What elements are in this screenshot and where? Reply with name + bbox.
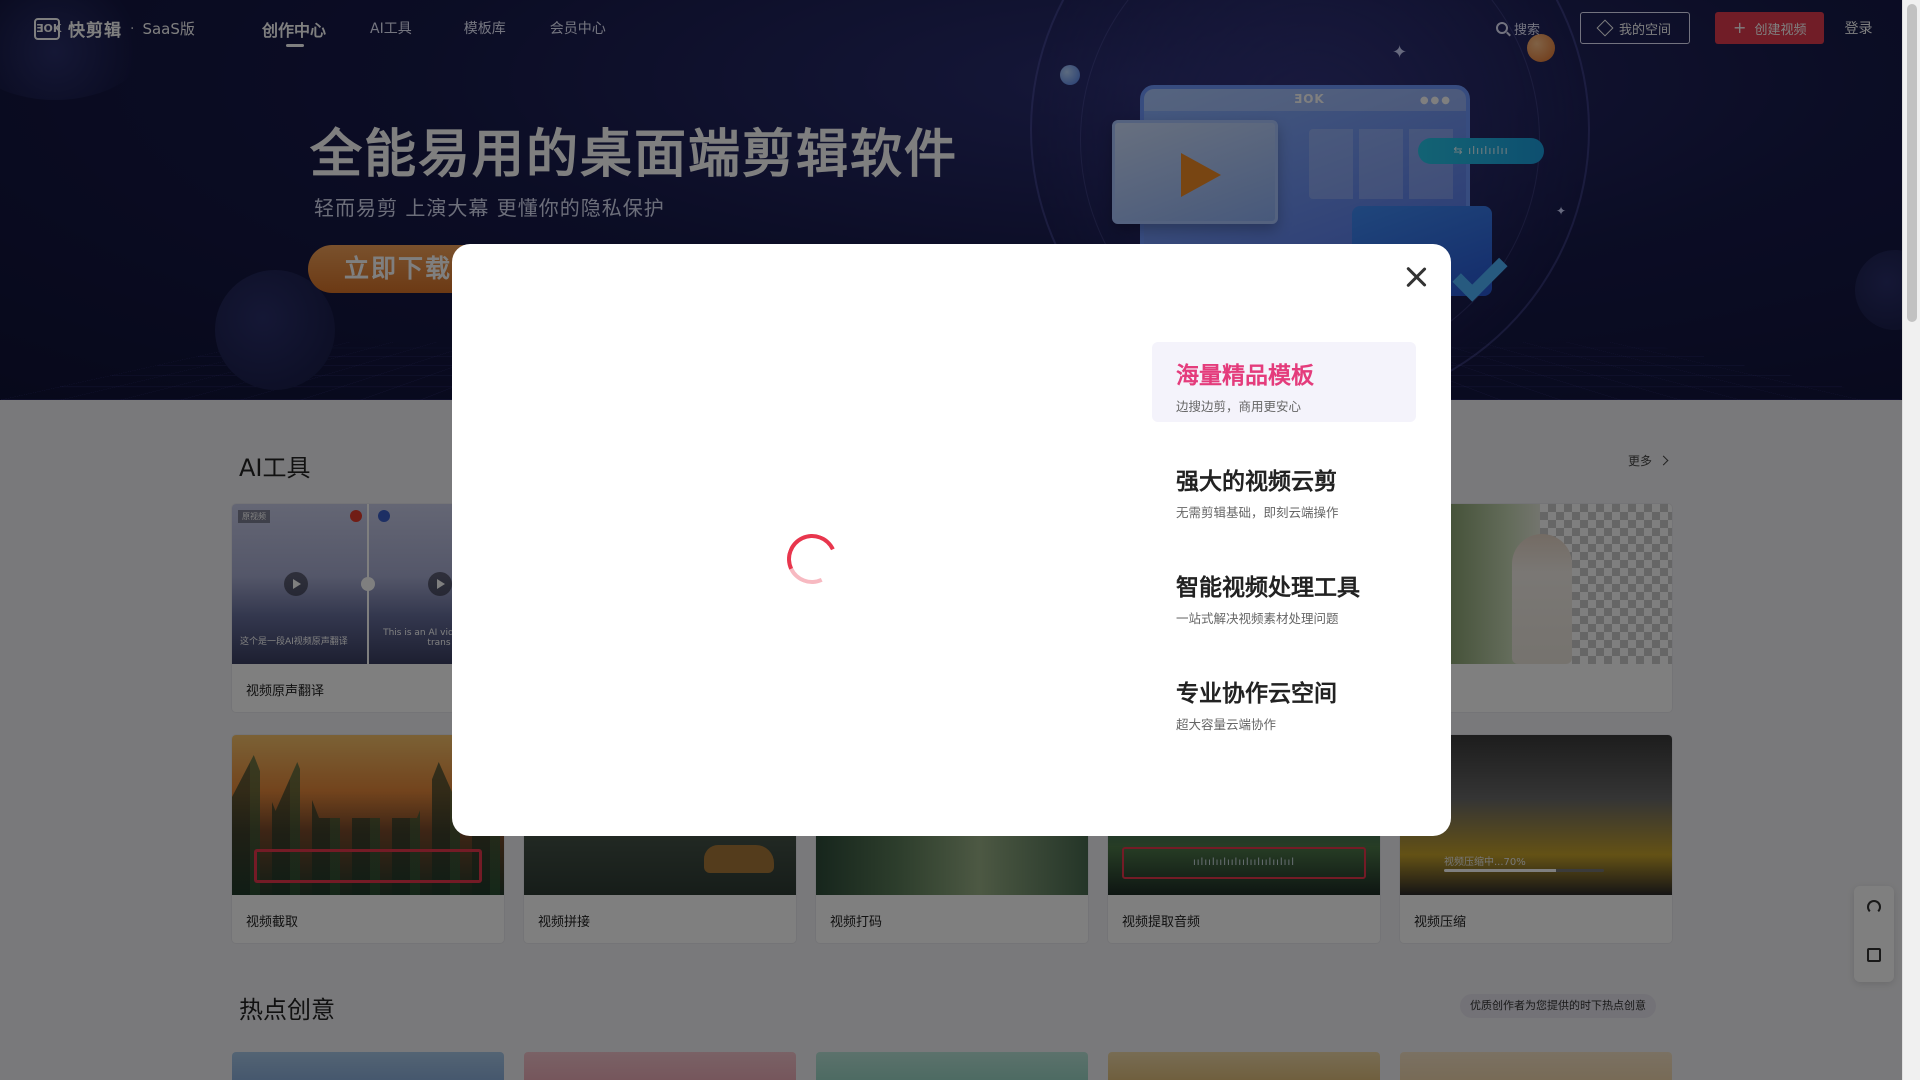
- feature-title: 海量精品模板: [1176, 363, 1314, 389]
- feature-modal: 海量精品模板 边搜边剪，商用更安心 强大的视频云剪 无需剪辑基础，即刻云端操作 …: [452, 244, 1451, 836]
- feature-title: 智能视频处理工具: [1176, 575, 1360, 601]
- feature-smart-tools[interactable]: 智能视频处理工具 一站式解决视频素材处理问题: [1152, 554, 1416, 634]
- feature-cloud-edit[interactable]: 强大的视频云剪 无需剪辑基础，即刻云端操作: [1152, 448, 1416, 528]
- feature-title: 专业协作云空间: [1176, 681, 1337, 707]
- feature-subtitle: 边搜边剪，商用更安心: [1176, 399, 1302, 414]
- feature-title: 强大的视频云剪: [1176, 469, 1337, 495]
- feature-cloud-space[interactable]: 专业协作云空间 超大容量云端协作: [1152, 660, 1416, 740]
- feature-subtitle: 超大容量云端协作: [1176, 717, 1277, 732]
- loading-spinner-icon: [779, 526, 845, 592]
- feature-subtitle: 无需剪辑基础，即刻云端操作: [1176, 505, 1339, 520]
- scrollbar-thumb[interactable]: [1907, 4, 1917, 322]
- feature-templates[interactable]: 海量精品模板 边搜边剪，商用更安心: [1152, 342, 1416, 422]
- close-icon[interactable]: [1403, 264, 1429, 290]
- page-scrollbar[interactable]: [1902, 0, 1920, 1080]
- feature-subtitle: 一站式解决视频素材处理问题: [1176, 611, 1339, 626]
